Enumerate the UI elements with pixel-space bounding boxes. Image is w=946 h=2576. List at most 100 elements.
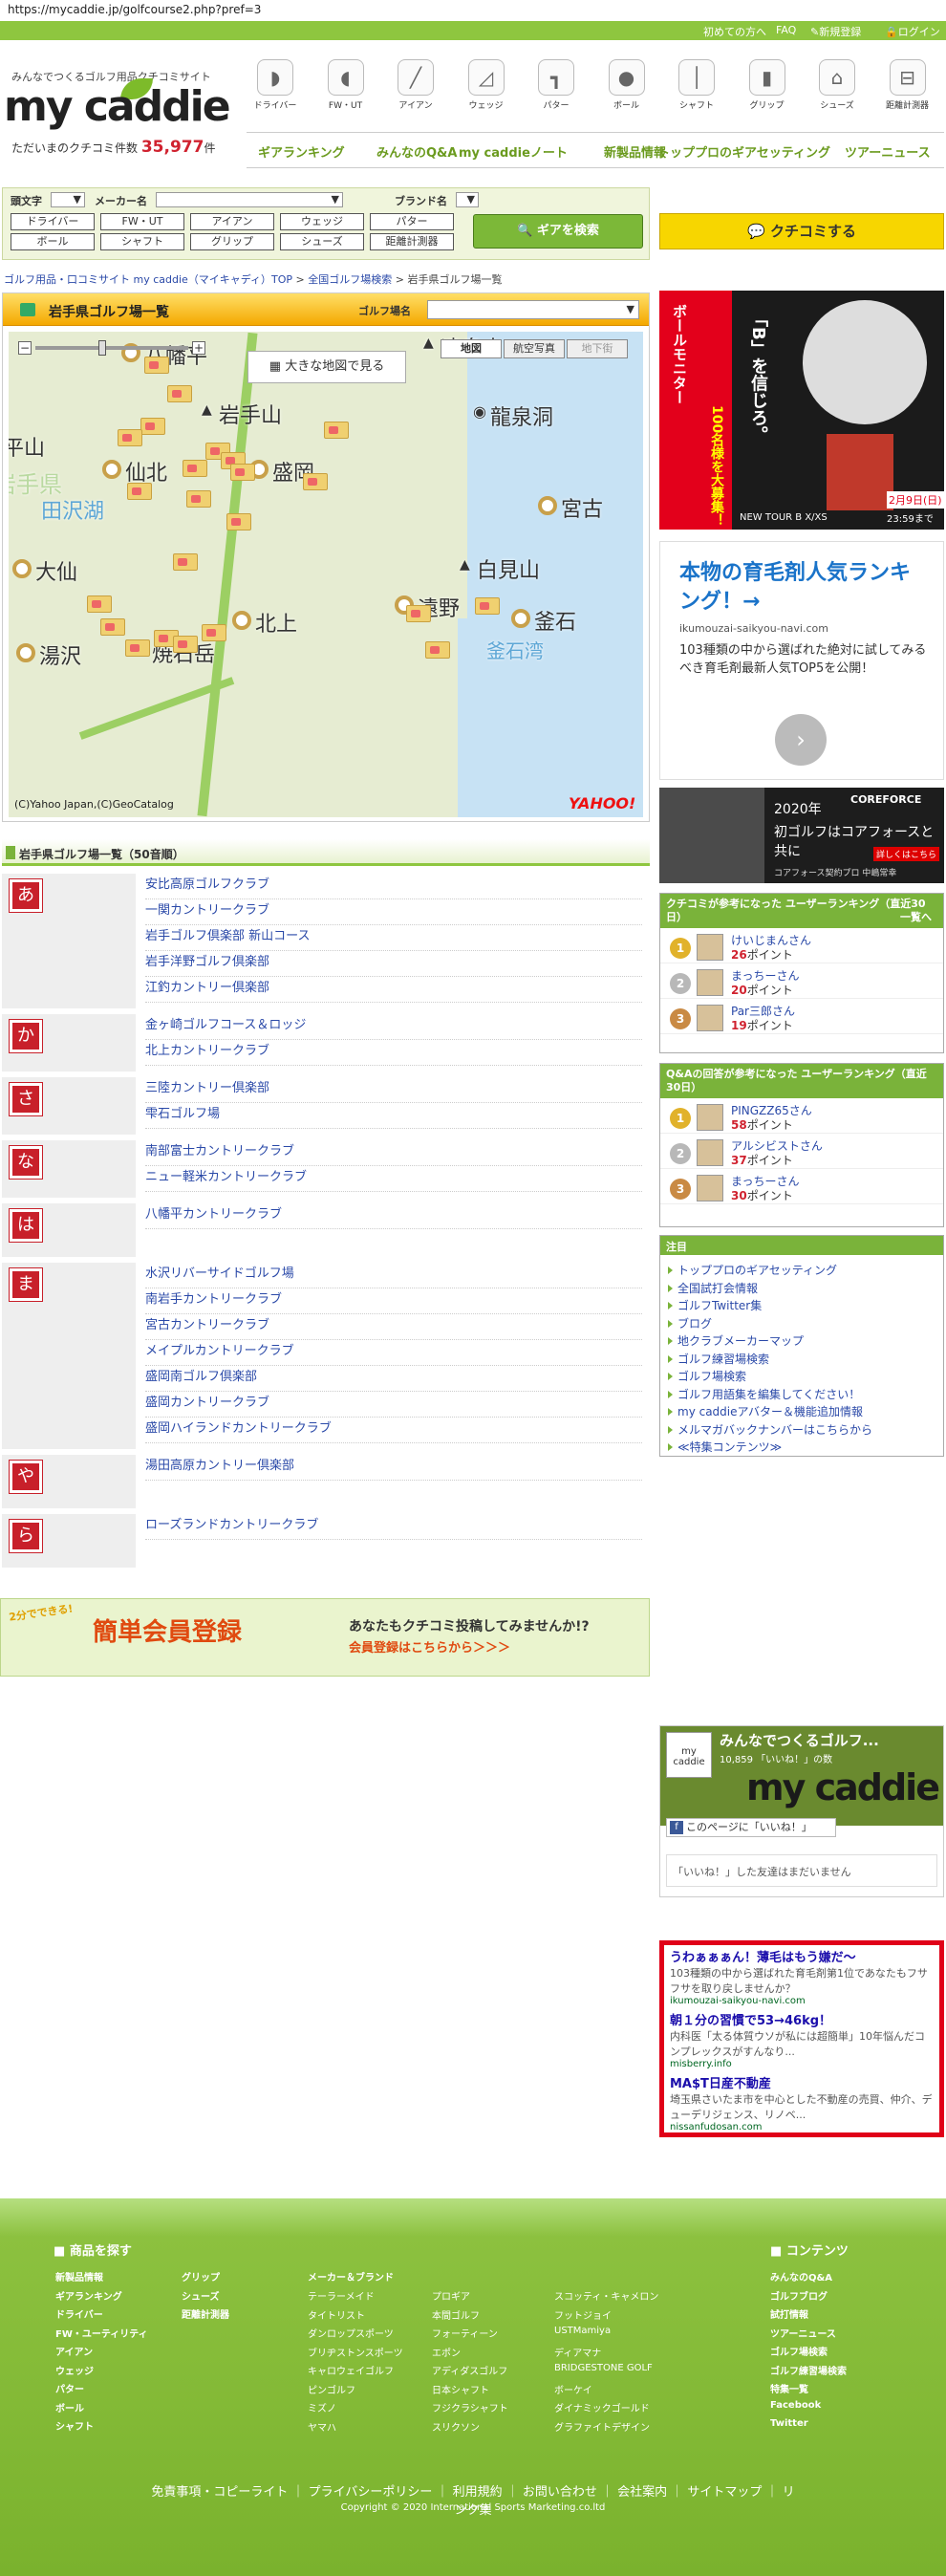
footer-link[interactable]: みんなのQ&A — [770, 2269, 832, 2284]
footer-link[interactable]: スコッティ・キャメロン — [554, 2288, 658, 2303]
golf-course-pin[interactable] — [406, 605, 431, 622]
footer-link[interactable]: ディアマナ — [554, 2345, 601, 2359]
golf-course-pin[interactable] — [475, 597, 500, 615]
golf-course-pin[interactable] — [125, 639, 150, 657]
golf-course-pin[interactable] — [173, 636, 198, 653]
maker-select[interactable]: ▼ — [156, 192, 343, 207]
footer-link[interactable]: スリクソン — [432, 2419, 480, 2434]
notice-link[interactable]: ゴルフ場検索 — [660, 1367, 943, 1385]
course-link[interactable]: 安比高原ゴルフクラブ — [145, 874, 642, 899]
coreforce-ad[interactable]: COREFORCE 2020年 初ゴルフはコアフォースと共に 詳しくはこちら コ… — [659, 788, 944, 883]
search-category-button[interactable]: シャフト — [100, 233, 184, 250]
footer-link[interactable]: フットジョイ — [554, 2307, 612, 2322]
google-ad-title[interactable]: うわぁぁぁん！薄毛はもう嫌だ〜 — [670, 1947, 934, 1965]
course-link[interactable]: メイプルカントリークラブ — [145, 1340, 642, 1366]
nav-item[interactable]: my caddieノート — [459, 142, 568, 161]
footer-link[interactable]: ピンゴルフ — [308, 2382, 355, 2396]
initial-select[interactable]: ▼ — [51, 192, 85, 207]
golf-course-pin[interactable] — [167, 385, 192, 402]
kuchikomi-button[interactable]: 💬 クチコミする — [659, 213, 944, 249]
course-link[interactable]: 岩手ゴルフ倶楽部 新山コース — [145, 925, 642, 951]
gear-search-button[interactable]: 🔍 ギアを検索 — [473, 214, 643, 249]
big-map-button[interactable]: ▦ 大きな地図で見る — [247, 351, 406, 383]
footer-link[interactable]: アイアン — [55, 2344, 93, 2358]
footer-link[interactable]: Twitter — [770, 2418, 808, 2429]
footer-link[interactable]: ボール — [55, 2400, 84, 2414]
course-link[interactable]: 一関カントリークラブ — [145, 899, 642, 925]
footer-link[interactable]: アディダスゴルフ — [432, 2363, 507, 2377]
golf-course-pin[interactable] — [118, 429, 142, 446]
site-logo[interactable]: みんなでつくるゴルフ用品クチコミサイト my caddie ただいまのクチコミ件… — [0, 61, 239, 166]
footer-link[interactable]: BRIDGESTONE GOLF — [554, 2363, 653, 2373]
course-link[interactable]: 八幡平カントリークラブ — [145, 1203, 642, 1229]
golf-course-pin[interactable] — [173, 553, 198, 571]
category-0[interactable]: ◗ ドライバー — [247, 57, 304, 115]
footer-link[interactable]: フジクラシャフト — [432, 2400, 508, 2414]
tab-map[interactable]: 地図 — [441, 339, 502, 358]
nav-item[interactable]: ツアーニュース — [845, 142, 931, 161]
footer-link[interactable]: テーラーメイド — [308, 2288, 375, 2303]
course-link[interactable]: 雫石ゴルフ場 — [145, 1103, 642, 1129]
course-link[interactable]: 水沢リバーサイドゴルフ場 — [145, 1263, 642, 1288]
course-link[interactable]: ローズランドカントリークラブ — [145, 1514, 642, 1540]
ranking-row[interactable]: 2 まっちーさん 20ポイント — [660, 963, 943, 999]
course-link[interactable]: 湯田高原カントリー倶楽部 — [145, 1455, 642, 1481]
footer-link[interactable]: FW・ユーティリティ — [55, 2326, 148, 2340]
footer-link[interactable]: 新製品情報 — [55, 2269, 103, 2284]
nav-item[interactable]: ギアランキング — [258, 142, 345, 161]
search-category-button[interactable]: シューズ — [280, 233, 364, 250]
golf-course-pin[interactable] — [230, 464, 255, 481]
course-link[interactable]: 宮古カントリークラブ — [145, 1314, 642, 1340]
footer-link[interactable]: タイトリスト — [308, 2307, 365, 2322]
course-link[interactable]: 盛岡ハイランドカントリークラブ — [145, 1418, 642, 1443]
footer-link[interactable]: ドライバー — [55, 2306, 103, 2321]
register-link[interactable]: ✎新規登録 — [810, 24, 861, 39]
footer-link[interactable]: パター — [55, 2381, 84, 2395]
zoom-handle[interactable] — [98, 340, 106, 356]
ranking-row[interactable]: 1 PINGZZ65さん 58ポイント — [660, 1098, 943, 1134]
footer-link[interactable]: ゴルフ練習場検索 — [770, 2363, 847, 2377]
footer-link[interactable]: 本間ゴルフ — [432, 2307, 480, 2322]
course-link[interactable]: 北上カントリークラブ — [145, 1040, 642, 1066]
ranking-more-link[interactable]: 一覧へ — [900, 911, 932, 924]
google-ad-title[interactable]: MA$T日産不動産 — [670, 2073, 934, 2091]
coreforce-button[interactable]: 詳しくはこちら — [873, 847, 940, 861]
footer-link[interactable]: USTMamiya — [554, 2326, 611, 2336]
course-link[interactable]: 岩手洋野ゴルフ倶楽部 — [145, 951, 642, 977]
notice-link[interactable]: ゴルフ練習場検索 — [660, 1350, 943, 1368]
footer-link[interactable]: グラファイトデザイン — [554, 2419, 650, 2434]
notice-link[interactable]: my caddieアバター＆機能追加情報 — [660, 1402, 943, 1420]
footer-link[interactable]: キャロウェイゴルフ — [308, 2363, 394, 2377]
golf-course-pin[interactable] — [140, 418, 165, 435]
category-4[interactable]: ┓ パター — [527, 57, 585, 115]
category-8[interactable]: ⌂ シューズ — [808, 57, 866, 115]
golf-course-pin[interactable] — [100, 618, 125, 636]
login-link[interactable]: 🔒ログイン — [885, 24, 940, 39]
footer-link[interactable]: ツアーニュース — [770, 2326, 836, 2340]
footer-link[interactable]: プロギア — [432, 2288, 470, 2303]
register-banner[interactable]: 2分でできる! 簡単会員登録 あなたもクチコミ投稿してみませんか!? 会員登録は… — [0, 1598, 650, 1677]
golf-course-pin[interactable] — [425, 641, 450, 659]
faq-link[interactable]: FAQ — [776, 24, 796, 36]
category-5[interactable]: ● ボール — [598, 57, 656, 115]
search-category-button[interactable]: パター — [370, 213, 454, 230]
notice-link[interactable]: 地クラブメーカーマップ — [660, 1331, 943, 1350]
footer-link[interactable]: 特集一覧 — [770, 2381, 808, 2395]
footer-link[interactable]: グリップ — [182, 2269, 220, 2284]
search-category-button[interactable]: 距離計測器 — [370, 233, 454, 250]
notice-link[interactable]: メルマガバックナンバーはこちらから — [660, 1420, 943, 1439]
google-ad-title[interactable]: 朝１分の習慣で53→46kg！ — [670, 2010, 934, 2028]
search-category-button[interactable]: FW・UT — [100, 213, 184, 230]
footer-link[interactable]: 距離計測器 — [182, 2306, 229, 2321]
google-ad-url[interactable]: nissanfudosan.com — [670, 2122, 934, 2132]
course-link[interactable]: ニュー軽米カントリークラブ — [145, 1166, 642, 1192]
golf-course-pin[interactable] — [303, 473, 328, 490]
facebook-like-button[interactable]: f このページに「いいね！」 — [666, 1818, 836, 1837]
search-category-button[interactable]: ドライバー — [11, 213, 95, 230]
footer-link[interactable]: ギアランキング — [55, 2288, 122, 2303]
notice-link[interactable]: ≪特集コンテンツ≫ — [660, 1438, 943, 1456]
notice-link[interactable]: ゴルフ用語集を編集してください！ — [660, 1385, 943, 1403]
footer-link[interactable]: 日本シャフト — [432, 2382, 489, 2396]
facebook-title[interactable]: みんなでつくるゴルフ... — [720, 1730, 879, 1750]
golf-course-pin[interactable] — [183, 460, 207, 477]
